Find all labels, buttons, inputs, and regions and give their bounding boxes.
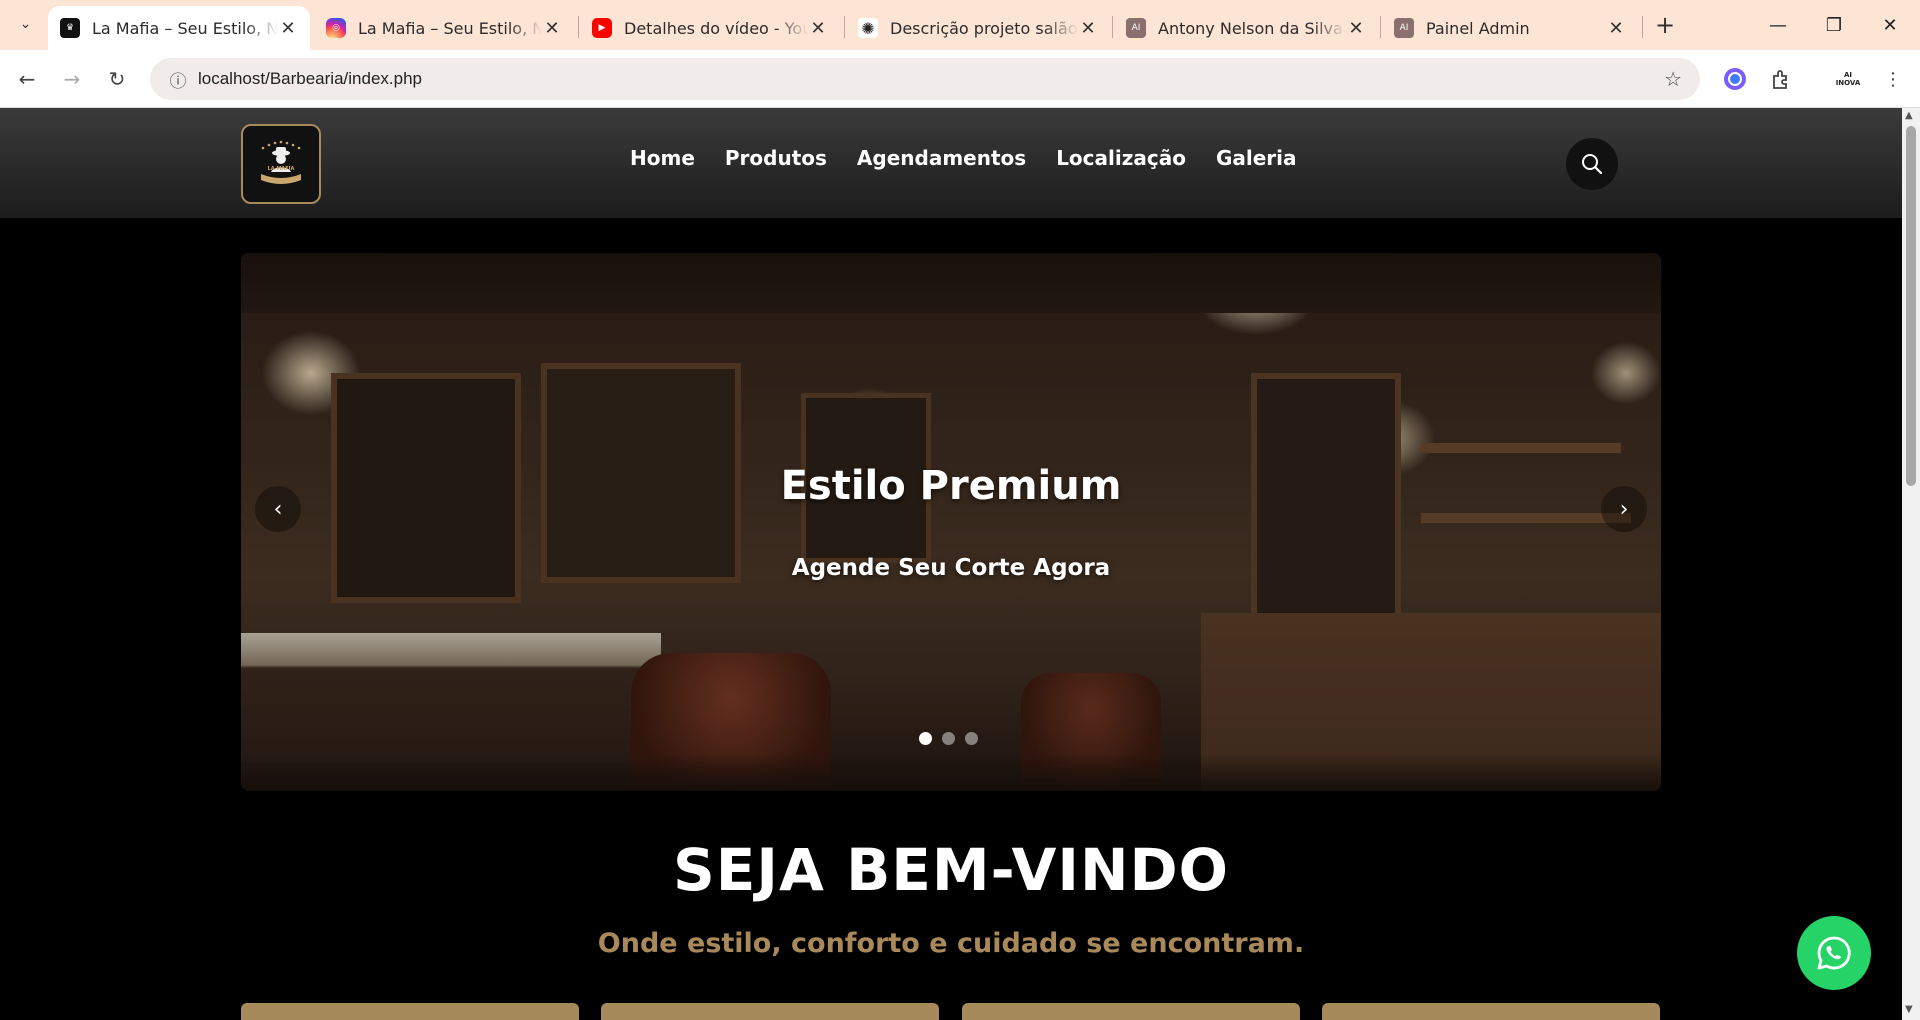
minimize-icon: —: [1769, 14, 1787, 36]
whatsapp-button[interactable]: [1797, 916, 1871, 990]
tab-separator: [1380, 16, 1381, 38]
nav-agendamentos[interactable]: Agendamentos: [857, 146, 1026, 170]
chevron-left-icon: ‹: [273, 496, 283, 522]
chevron-right-icon: ›: [1619, 496, 1629, 522]
whatsapp-icon: [1817, 936, 1851, 970]
scroll-down-icon[interactable]: ▼: [1905, 1004, 1913, 1015]
hero-title: Estilo Premium: [780, 463, 1122, 509]
forward-button[interactable]: →: [55, 62, 89, 96]
profile-label: AI INOVA: [1835, 71, 1861, 87]
feature-card: [1322, 1003, 1660, 1020]
browser-tab[interactable]: ✺ Descrição projeto salão bel ✕: [846, 6, 1110, 50]
carousel-indicators: [919, 732, 978, 745]
address-bar[interactable]: ⓘ localhost/Barbearia/index.php ☆: [150, 58, 1700, 100]
carousel-prev-button[interactable]: ‹: [255, 486, 301, 532]
tab-search-button[interactable]: ⌄: [10, 8, 41, 39]
tab-title: Painel Admin: [1426, 18, 1530, 38]
welcome-tagline: Onde estilo, conforto e cuidado se encon…: [597, 928, 1305, 959]
close-window-button[interactable]: ✕: [1862, 0, 1918, 50]
browser-tab[interactable]: ♛ La Mafia – Seu Estilo, Nosso ✕: [48, 6, 310, 50]
web-page: LA MAFIA Home Produtos Agendamentos Loca…: [0, 108, 1902, 1020]
browser-tab[interactable]: ▶ Detalhes do vídeo - YouTube ✕: [580, 6, 840, 50]
scroll-up-icon[interactable]: ▲: [1905, 110, 1913, 121]
chatgpt-icon: ✺: [858, 18, 878, 38]
welcome-title: SEJA BEM-VINDO: [673, 836, 1229, 904]
browser-tab[interactable]: AI Antony Nelson da Silva | D ✕: [1114, 6, 1378, 50]
search-button[interactable]: [1566, 138, 1618, 190]
site-info-icon[interactable]: ⓘ: [158, 67, 198, 92]
profile-avatar[interactable]: AI INOVA: [1830, 64, 1866, 94]
carousel-next-button[interactable]: ›: [1601, 486, 1647, 532]
kebab-menu-icon: ⋮: [1884, 68, 1902, 90]
close-icon: ✕: [1882, 14, 1898, 36]
carousel-dot[interactable]: [919, 732, 932, 745]
carousel-dot[interactable]: [942, 732, 955, 745]
arrow-left-icon: ←: [18, 67, 36, 91]
browser-toolbar: ← → ↻ ⓘ localhost/Barbearia/index.php ☆ …: [0, 50, 1920, 108]
minimize-button[interactable]: —: [1750, 0, 1806, 50]
ai-inova-icon: AI: [1126, 18, 1146, 38]
reload-icon: ↻: [108, 67, 126, 91]
barbershop-logo-icon: LA MAFIA: [261, 140, 301, 184]
search-icon: [1582, 154, 1603, 175]
barbershop-logo-icon: ♛: [60, 18, 80, 38]
browser-tab[interactable]: ◎ La Mafia – Seu Estilo, Nosso ✕: [314, 6, 574, 50]
reload-button[interactable]: ↻: [100, 62, 134, 96]
url-text[interactable]: localhost/Barbearia/index.php: [198, 69, 422, 89]
arrow-right-icon: →: [63, 67, 81, 91]
hero-carousel: Estilo Premium Agende Seu Corte Agora ‹ …: [241, 253, 1661, 791]
extensions-puzzle-icon[interactable]: [1766, 64, 1796, 94]
logo-text: LA MAFIA: [268, 166, 295, 172]
nav-galeria[interactable]: Galeria: [1216, 146, 1297, 170]
site-header: LA MAFIA Home Produtos Agendamentos Loca…: [0, 108, 1902, 218]
restore-button[interactable]: ❐: [1806, 0, 1862, 50]
bookmark-star-icon[interactable]: ☆: [1664, 67, 1682, 91]
tab-separator: [844, 16, 845, 38]
browser-menu-button[interactable]: ⋮: [1878, 64, 1908, 94]
color-extension-icon[interactable]: [1720, 64, 1750, 94]
close-icon[interactable]: ✕: [1606, 18, 1626, 39]
close-icon[interactable]: ✕: [1346, 18, 1366, 39]
hero-subtitle: Agende Seu Corte Agora: [791, 555, 1111, 581]
feature-card: [962, 1003, 1300, 1020]
tab-separator: [1642, 16, 1643, 38]
close-icon[interactable]: ✕: [542, 18, 562, 39]
new-tab-button[interactable]: +: [1650, 10, 1680, 40]
back-button[interactable]: ←: [10, 62, 44, 96]
chevron-down-icon: ⌄: [19, 15, 32, 32]
instagram-icon: ◎: [326, 18, 346, 38]
feature-card: [601, 1003, 939, 1020]
ai-inova-icon: AI: [1394, 18, 1414, 38]
tab-title: La Mafia – Seu Estilo, Nosso: [92, 18, 278, 38]
site-logo[interactable]: LA MAFIA: [241, 124, 321, 204]
main-nav: Home Produtos Agendamentos Localização G…: [630, 146, 1297, 170]
close-icon[interactable]: ✕: [1078, 18, 1098, 39]
restore-icon: ❐: [1825, 14, 1843, 36]
tab-separator: [578, 16, 579, 38]
nav-localizacao[interactable]: Localização: [1056, 146, 1186, 170]
feature-card: [241, 1003, 579, 1020]
tab-title: Antony Nelson da Silva | D: [1158, 18, 1346, 38]
hero-overlay: [241, 253, 1661, 791]
carousel-dot[interactable]: [965, 732, 978, 745]
nav-produtos[interactable]: Produtos: [725, 146, 827, 170]
plus-icon: +: [1654, 11, 1676, 39]
close-icon[interactable]: ✕: [808, 18, 828, 39]
tab-separator: [1112, 16, 1113, 38]
tab-title: Detalhes do vídeo - YouTube: [624, 18, 808, 38]
scrollbar-thumb[interactable]: [1906, 126, 1916, 486]
youtube-icon: ▶: [592, 18, 612, 38]
tab-title: Descrição projeto salão bel: [890, 18, 1078, 38]
close-icon[interactable]: ✕: [278, 18, 298, 39]
browser-tab[interactable]: AI Painel Admin ✕: [1382, 6, 1638, 50]
nav-home[interactable]: Home: [630, 146, 695, 170]
tab-title: La Mafia – Seu Estilo, Nosso: [358, 18, 542, 38]
page-scrollbar[interactable]: ▲ ▼: [1902, 108, 1920, 1020]
browser-tab-bar: ⌄ ♛ La Mafia – Seu Estilo, Nosso ✕ ◎ La …: [0, 0, 1920, 50]
